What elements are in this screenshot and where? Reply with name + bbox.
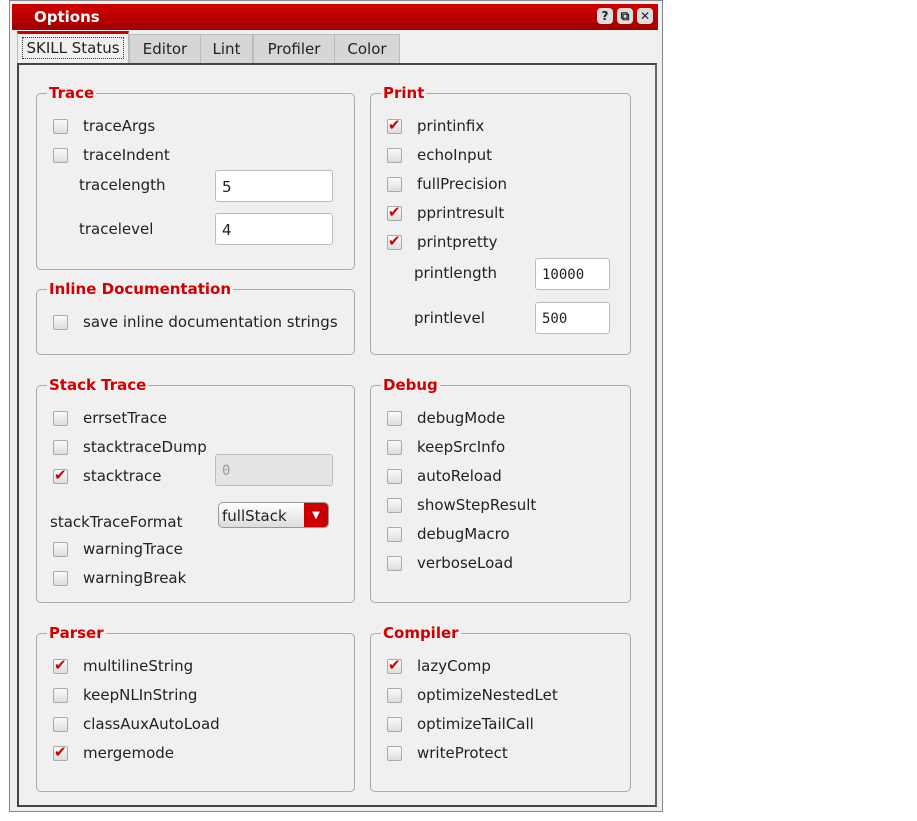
- checkbox-label: verboseLoad: [417, 554, 513, 572]
- group-title: Compiler: [381, 624, 461, 642]
- stacktrace-depth-input: 0: [215, 454, 333, 486]
- chevron-down-icon: ▼: [304, 503, 328, 527]
- checkbox-label: stacktraceDump: [83, 438, 207, 456]
- checkbox-label: keepNLInString: [83, 686, 198, 704]
- checkbox-label: warningBreak: [83, 569, 187, 587]
- unchecked-checkbox-icon[interactable]: [387, 717, 402, 732]
- checkbox-label: mergemode: [83, 744, 175, 762]
- checkbox-label: debugMode: [417, 409, 506, 427]
- tab-color[interactable]: Color: [334, 34, 400, 65]
- unchecked-checkbox-icon[interactable]: [53, 440, 68, 455]
- print-group: Print printlength 10000 printlevel 500 p…: [370, 84, 631, 355]
- group-title: Stack Trace: [47, 376, 149, 394]
- tab-profiler[interactable]: Profiler: [253, 34, 335, 65]
- unchecked-checkbox-icon[interactable]: [387, 498, 402, 513]
- unchecked-checkbox-icon[interactable]: [387, 688, 402, 703]
- inline-documentation-group: Inline Documentation save inline documen…: [36, 280, 355, 355]
- debug-group: Debug debugMode keepSrcInfo autoReload show…: [370, 376, 631, 603]
- group-title: Debug: [381, 376, 440, 394]
- checkbox-label: optimizeNestedLet: [417, 686, 558, 704]
- checkbox-label: optimizeTailCall: [417, 715, 534, 733]
- help-icon[interactable]: ?: [597, 8, 613, 24]
- stacktraceformat-dropdown[interactable]: fullStack ▼: [218, 502, 329, 528]
- unchecked-checkbox-icon[interactable]: [53, 315, 68, 330]
- unchecked-checkbox-icon[interactable]: [387, 177, 402, 192]
- unchecked-checkbox-icon[interactable]: [387, 527, 402, 542]
- unchecked-checkbox-icon[interactable]: [53, 119, 68, 134]
- checkbox-label: stacktrace: [83, 467, 162, 485]
- checked-checkbox-icon[interactable]: [387, 202, 402, 222]
- checkbox-label: save inline documentation strings: [83, 313, 338, 331]
- checked-checkbox-icon[interactable]: [53, 742, 68, 762]
- checked-checkbox-icon[interactable]: [387, 115, 402, 135]
- checkbox-label: showStepResult: [417, 496, 537, 514]
- checkbox-label: fullPrecision: [417, 175, 508, 193]
- checkbox-label: traceArgs: [83, 117, 156, 135]
- checked-checkbox-icon[interactable]: [387, 655, 402, 675]
- group-title: Parser: [47, 624, 106, 642]
- checkbox-label: debugMacro: [417, 525, 510, 543]
- group-title: Inline Documentation: [47, 280, 234, 298]
- tracelevel-input[interactable]: 4: [215, 213, 333, 245]
- unchecked-checkbox-icon[interactable]: [53, 148, 68, 163]
- unchecked-checkbox-icon[interactable]: [387, 148, 402, 163]
- tab-lint[interactable]: Lint: [200, 34, 253, 65]
- tab-label: SKILL Status: [22, 37, 124, 59]
- unchecked-checkbox-icon[interactable]: [387, 440, 402, 455]
- printlevel-label: printlevel: [414, 309, 485, 327]
- tracelevel-label: tracelevel: [79, 220, 154, 238]
- checkbox-label: keepSrcInfo: [417, 438, 506, 456]
- close-icon[interactable]: ✕: [637, 8, 653, 24]
- trace-group: Trace tracelength 5 tracelevel 4 traceAr…: [36, 84, 355, 270]
- checkbox-label: warningTrace: [83, 540, 183, 558]
- printlength-label: printlength: [414, 264, 498, 282]
- stacktraceformat-label: stackTraceFormat: [50, 513, 183, 531]
- checkbox-label: printpretty: [417, 233, 498, 251]
- checkbox-label: writeProtect: [417, 744, 508, 762]
- checkbox-label: traceIndent: [83, 146, 170, 164]
- unchecked-checkbox-icon[interactable]: [387, 746, 402, 761]
- selected-value: fullStack: [222, 507, 287, 525]
- checkbox-label: classAuxAutoLoad: [83, 715, 220, 733]
- checked-checkbox-icon[interactable]: [53, 465, 68, 485]
- unchecked-checkbox-icon[interactable]: [53, 688, 68, 703]
- group-title: Trace: [47, 84, 97, 102]
- checkbox-label: printinfix: [417, 117, 485, 135]
- tracelength-label: tracelength: [79, 176, 166, 194]
- checkbox-label: multilineString: [83, 657, 194, 675]
- title-bar: Options ? ⧉ ✕: [12, 4, 658, 30]
- checked-checkbox-icon[interactable]: [53, 655, 68, 675]
- unchecked-checkbox-icon[interactable]: [387, 469, 402, 484]
- tracelength-input[interactable]: 5: [215, 170, 333, 202]
- window-title: Options: [34, 8, 100, 26]
- unchecked-checkbox-icon[interactable]: [53, 717, 68, 732]
- checkbox-label: lazyComp: [417, 657, 491, 675]
- restore-icon[interactable]: ⧉: [617, 8, 633, 24]
- unchecked-checkbox-icon[interactable]: [387, 556, 402, 571]
- checkbox-label: errsetTrace: [83, 409, 168, 427]
- tab-skill-status[interactable]: SKILL Status: [17, 31, 129, 67]
- compiler-group: Compiler lazyComp optimizeNestedLet optimi…: [370, 624, 631, 792]
- printlength-input[interactable]: 10000: [535, 258, 610, 290]
- printlevel-input[interactable]: 500: [535, 302, 610, 334]
- checkbox-label: pprintresult: [417, 204, 505, 222]
- unchecked-checkbox-icon[interactable]: [53, 542, 68, 557]
- unchecked-checkbox-icon[interactable]: [53, 571, 68, 586]
- checkbox-label: autoReload: [417, 467, 502, 485]
- unchecked-checkbox-icon[interactable]: [53, 411, 68, 426]
- stack-trace-group: Stack Trace 0 stackTraceFormat fullStack…: [36, 376, 355, 603]
- unchecked-checkbox-icon[interactable]: [387, 411, 402, 426]
- group-title: Print: [381, 84, 427, 102]
- checkbox-label: echoInput: [417, 146, 492, 164]
- tab-editor[interactable]: Editor: [129, 34, 201, 65]
- parser-group: Parser multilineString keepNLInString clas…: [36, 624, 355, 792]
- checked-checkbox-icon[interactable]: [387, 231, 402, 251]
